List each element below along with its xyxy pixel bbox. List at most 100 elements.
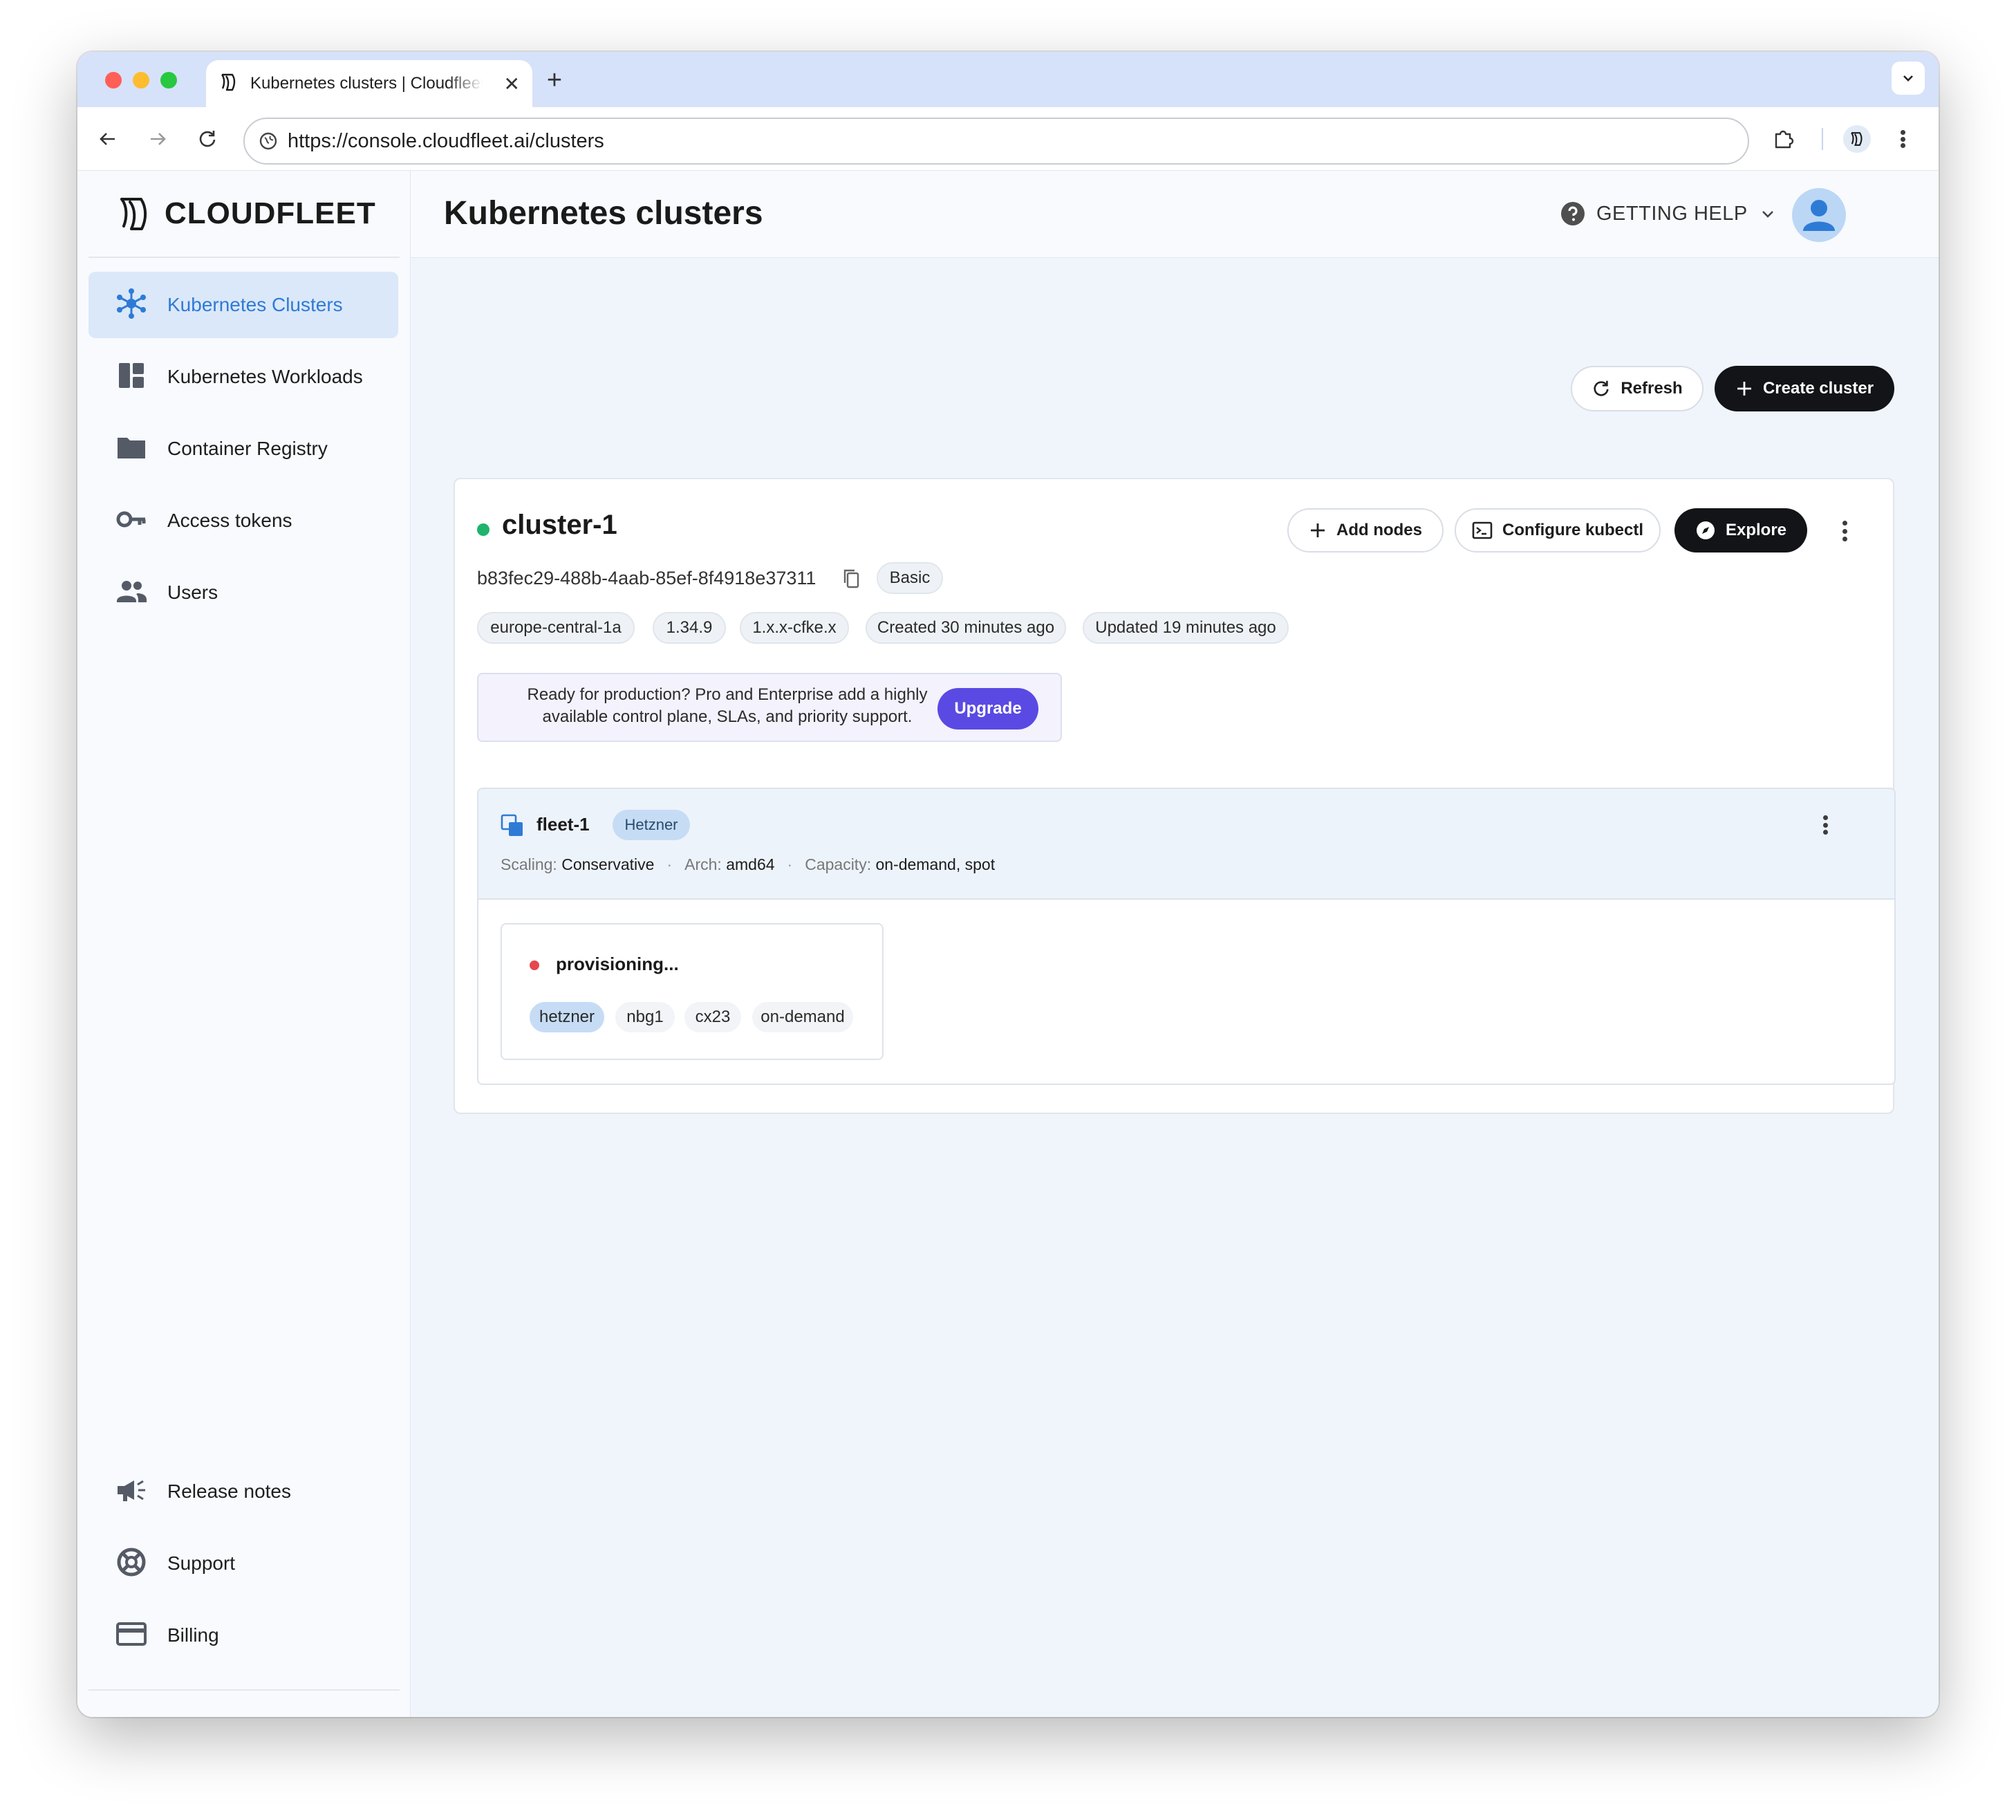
provider-badge: Hetzner — [613, 810, 690, 840]
node-tag-location: nbg1 — [615, 1002, 675, 1032]
sidebar-item-label: Billing — [167, 1624, 219, 1646]
close-tab-icon[interactable]: ✕ — [504, 73, 520, 95]
sidebar-item-label: Container Registry — [167, 438, 328, 459]
cloudfleet-extension-button[interactable] — [1840, 122, 1874, 156]
fleet-more-icon[interactable] — [1818, 815, 1832, 835]
configure-kubectl-button[interactable]: Configure kubectl — [1455, 508, 1661, 552]
fleet-icon — [501, 814, 524, 841]
tier-badge: Basic — [877, 562, 943, 594]
capacity-label: Capacity: — [805, 855, 872, 873]
user-avatar[interactable] — [1792, 188, 1846, 242]
sidebar-item-release-notes[interactable]: Release notes — [88, 1458, 398, 1525]
puzzle-icon — [1775, 130, 1794, 149]
minimize-window-button[interactable] — [133, 72, 149, 89]
new-tab-button[interactable]: + — [539, 66, 570, 96]
sidebar-item-support[interactable]: Support — [88, 1530, 398, 1597]
clusters-icon — [115, 287, 148, 324]
sidebar-item-users[interactable]: Users — [88, 559, 398, 626]
cluster-card: cluster-1 Add nodes Configure kubectl Ex… — [454, 478, 1896, 1114]
fleet-name[interactable]: fleet-1 — [536, 814, 590, 835]
configure-kubectl-label: Configure kubectl — [1502, 521, 1643, 539]
sidebar-item-container-registry[interactable]: Container Registry — [88, 416, 398, 482]
brand-logo[interactable]: CLOUDFLEET — [116, 194, 376, 233]
reload-icon — [199, 131, 216, 147]
tab-title: Kubernetes clusters | Cloudfleet — [250, 74, 483, 93]
add-nodes-label: Add nodes — [1336, 521, 1422, 539]
extensions-button[interactable] — [1767, 122, 1800, 156]
brand-name: CLOUDFLEET — [165, 196, 376, 230]
create-cluster-label: Create cluster — [1762, 379, 1874, 398]
sidebar-item-kubernetes-clusters[interactable]: Kubernetes Clusters — [88, 272, 398, 338]
credit-card-icon — [115, 1617, 148, 1654]
sidebar-item-label: Access tokens — [167, 510, 292, 531]
cloudfleet-extension-icon — [1843, 125, 1871, 153]
chevron-down-icon — [1903, 75, 1913, 82]
dashboard-icon — [115, 359, 148, 396]
node-tag-capacity: on-demand — [752, 1002, 853, 1032]
region-chip: europe-central-1a — [477, 612, 635, 644]
browser-menu-button[interactable] — [1886, 122, 1919, 156]
tab-strip: Kubernetes clusters | Cloudfleet ✕ + — [77, 52, 1939, 107]
refresh-icon — [1592, 379, 1611, 398]
sidebar-item-label: Users — [167, 582, 218, 603]
forward-button[interactable] — [141, 122, 174, 156]
address-bar[interactable]: https://console.cloudfleet.ai/clusters — [243, 118, 1749, 165]
page-header: Kubernetes clusters GETTING HELP — [411, 171, 1939, 258]
capacity-value: on-demand, spot — [875, 855, 996, 873]
sidebar-item-kubernetes-workloads[interactable]: Kubernetes Workloads — [88, 344, 398, 410]
getting-help-menu[interactable]: GETTING HELP — [1560, 201, 1775, 226]
sidebar-item-label: Kubernetes Workloads — [167, 366, 363, 387]
node-card[interactable]: provisioning... hetzner nbg1 cx23 on-dem… — [501, 923, 884, 1060]
terminal-icon — [1472, 521, 1493, 539]
sidebar-item-access-tokens[interactable]: Access tokens — [88, 488, 398, 554]
key-icon — [115, 503, 148, 539]
sidebar-item-billing[interactable]: Billing — [88, 1602, 398, 1669]
add-nodes-button[interactable]: Add nodes — [1287, 508, 1444, 552]
sidebar-divider — [88, 1689, 400, 1691]
folder-icon — [115, 431, 148, 467]
node-status: provisioning... — [556, 954, 679, 974]
browser-tab[interactable]: Kubernetes clusters | Cloudfleet ✕ — [206, 60, 532, 107]
scaling-value: Conservative — [561, 855, 655, 873]
create-cluster-button[interactable]: Create cluster — [1715, 366, 1894, 411]
sidebar-item-label: Support — [167, 1552, 236, 1574]
plus-icon — [1309, 521, 1327, 539]
copy-icon[interactable] — [842, 568, 861, 593]
compass-icon — [1695, 520, 1716, 541]
maximize-window-button[interactable] — [160, 72, 177, 89]
site-info-icon — [259, 132, 277, 150]
updated-chip: Updated 19 minutes ago — [1083, 612, 1289, 644]
help-icon — [1561, 202, 1585, 225]
cluster-status-dot — [477, 523, 489, 536]
cloudfleet-favicon-icon — [218, 72, 239, 96]
explore-button[interactable]: Explore — [1674, 508, 1807, 552]
arrow-right-icon — [151, 133, 166, 145]
upgrade-button[interactable]: Upgrade — [937, 688, 1038, 730]
refresh-button[interactable]: Refresh — [1571, 366, 1704, 411]
created-chip: Created 30 minutes ago — [866, 612, 1066, 644]
users-icon — [115, 575, 148, 611]
collapse-sidebar-button[interactable] — [227, 1714, 260, 1717]
app-root: CLOUDFLEET Kubernetes Clusters Kubernete… — [77, 171, 1939, 1717]
sidebar-item-label: Release notes — [167, 1480, 292, 1502]
chevron-down-icon — [1762, 211, 1773, 218]
url-text: https://console.cloudfleet.ai/clusters — [288, 129, 604, 152]
cluster-more-icon[interactable] — [1838, 521, 1851, 541]
version-chip: 1.34.9 — [653, 612, 726, 644]
lifebuoy-icon — [115, 1545, 148, 1582]
upgrade-banner: Ready for production? Pro and Enterprise… — [477, 673, 1062, 742]
cluster-name[interactable]: cluster-1 — [502, 510, 617, 541]
back-button[interactable] — [91, 122, 124, 156]
upgrade-banner-text: Ready for production? Pro and Enterprise… — [527, 685, 928, 726]
cfke-version-chip: 1.x.x-cfke.x — [740, 612, 849, 644]
fleet-card: fleet-1 Hetzner Scaling: Conservative · … — [477, 788, 1896, 1085]
node-status-dot — [530, 960, 539, 970]
close-window-button[interactable] — [105, 72, 122, 89]
reload-button[interactable] — [191, 122, 224, 156]
plus-icon — [1735, 380, 1753, 398]
tab-search-button[interactable] — [1892, 62, 1925, 95]
explore-label: Explore — [1725, 521, 1787, 539]
arrow-left-icon — [100, 133, 115, 145]
cloudfleet-logo-icon — [120, 198, 147, 230]
toolbar-divider — [1822, 128, 1823, 150]
